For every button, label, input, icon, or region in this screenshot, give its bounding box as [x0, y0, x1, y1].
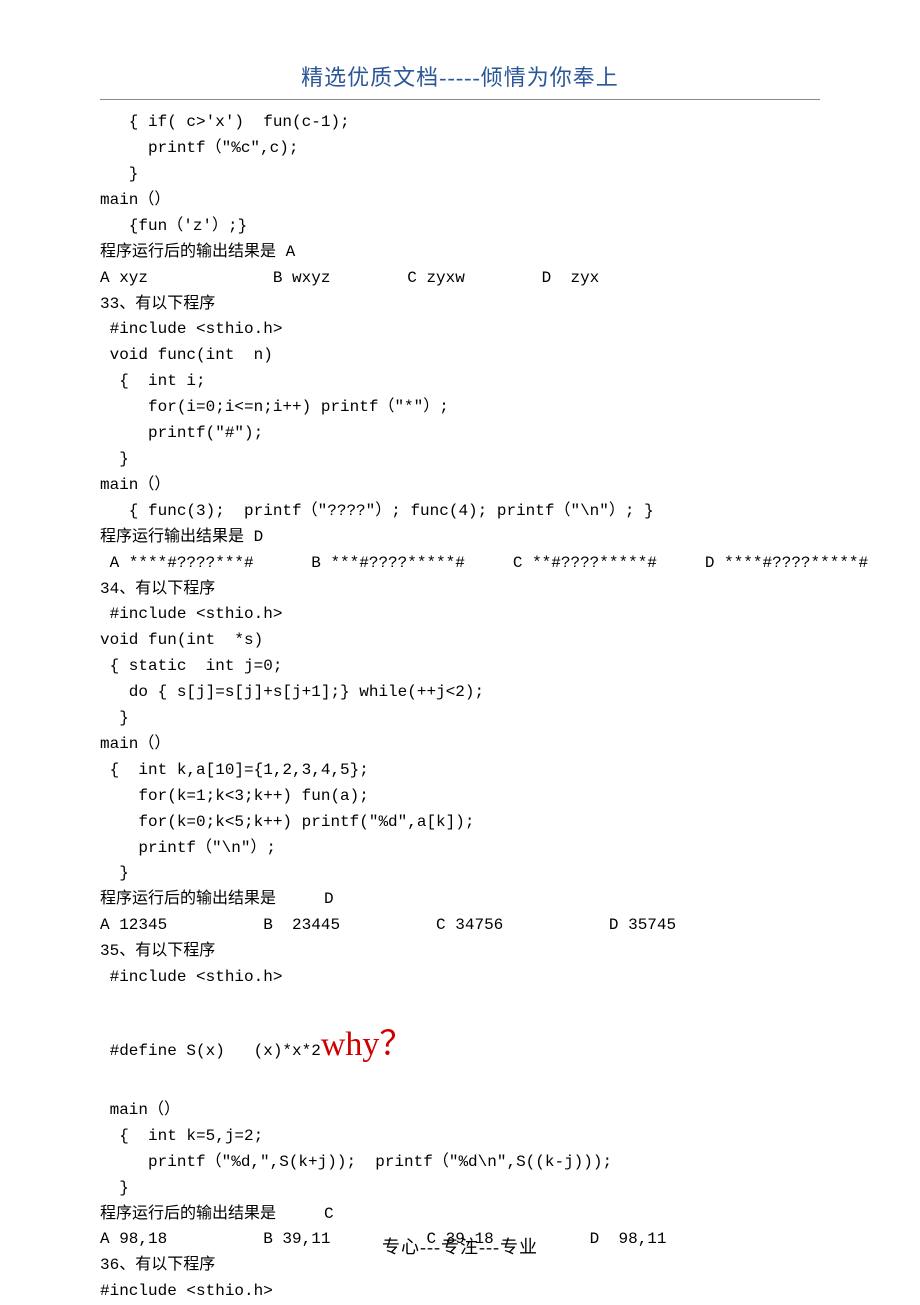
code-line: printf("#"); [100, 421, 820, 447]
code-line: main（） [100, 1098, 820, 1124]
question-heading: 34、有以下程序 [100, 577, 820, 603]
document-body: { if( c>'x') fun(c-1); printf（"%c",c); }… [100, 110, 820, 1305]
question-text: 程序运行后的输出结果是 D [100, 887, 820, 913]
code-line: { int i; [100, 369, 820, 395]
code-line: { func(3); printf（"????"）; func(4); prin… [100, 499, 820, 525]
code-line: } [100, 162, 820, 188]
code-line: for(i=0;i<=n;i++) printf（"*"）; [100, 395, 820, 421]
code-line: } [100, 706, 820, 732]
header-divider [100, 99, 820, 100]
code-line: {fun（'z'）;} [100, 214, 820, 240]
question-text: 程序运行后的输出结果是 A [100, 240, 820, 266]
code-line: } [100, 447, 820, 473]
question-text: 程序运行后的输出结果是 C [100, 1202, 820, 1228]
code-line: void fun(int *s) [100, 628, 820, 654]
code-line: #include <sthio.h> [100, 1279, 820, 1305]
blank-line [100, 1072, 820, 1098]
code-line: main（） [100, 188, 820, 214]
why-annotation: why？ [321, 1026, 414, 1063]
code-line: #include <sthio.h> [100, 602, 820, 628]
code-line: printf（"%d,",S(k+j)); printf（"%d\n",S((k… [100, 1150, 820, 1176]
code-line: { static int j=0; [100, 654, 820, 680]
define-code: #define S(x) (x)*x*2 [100, 1042, 321, 1060]
code-line: { int k=5,j=2; [100, 1124, 820, 1150]
page-footer: 专心---专注---专业 [0, 1233, 920, 1262]
code-line: } [100, 861, 820, 887]
code-line: for(k=0;k<5;k++) printf("%d",a[k]); [100, 810, 820, 836]
question-heading: 35、有以下程序 [100, 939, 820, 965]
question-text: 程序运行输出结果是 D [100, 525, 820, 551]
question-heading: 33、有以下程序 [100, 292, 820, 318]
code-line: main（） [100, 732, 820, 758]
code-line: { if( c>'x') fun(c-1); [100, 110, 820, 136]
code-line: printf（"%c",c); [100, 136, 820, 162]
code-line: for(k=1;k<3;k++) fun(a); [100, 784, 820, 810]
page-header: 精选优质文档-----倾情为你奉上 [100, 60, 820, 95]
code-line: void func(int n) [100, 343, 820, 369]
code-line: } [100, 1176, 820, 1202]
answer-options: A xyz B wxyz C zyxw D zyx [100, 266, 820, 292]
answer-options: A 12345 B 23445 C 34756 D 35745 [100, 913, 820, 939]
code-line: #include <sthio.h> [100, 317, 820, 343]
answer-options: A ****#????***# B ***#????*****# C **#??… [100, 551, 820, 577]
code-line: do { s[j]=s[j]+s[j+1];} while(++j<2); [100, 680, 820, 706]
define-line-with-annotation: #define S(x) (x)*x*2why？ [100, 1017, 820, 1072]
code-line: printf（"\n"）; [100, 836, 820, 862]
code-line: { int k,a[10]={1,2,3,4,5}; [100, 758, 820, 784]
code-line: main（） [100, 473, 820, 499]
code-line: #include <sthio.h> [100, 965, 820, 991]
blank-line [100, 991, 820, 1017]
